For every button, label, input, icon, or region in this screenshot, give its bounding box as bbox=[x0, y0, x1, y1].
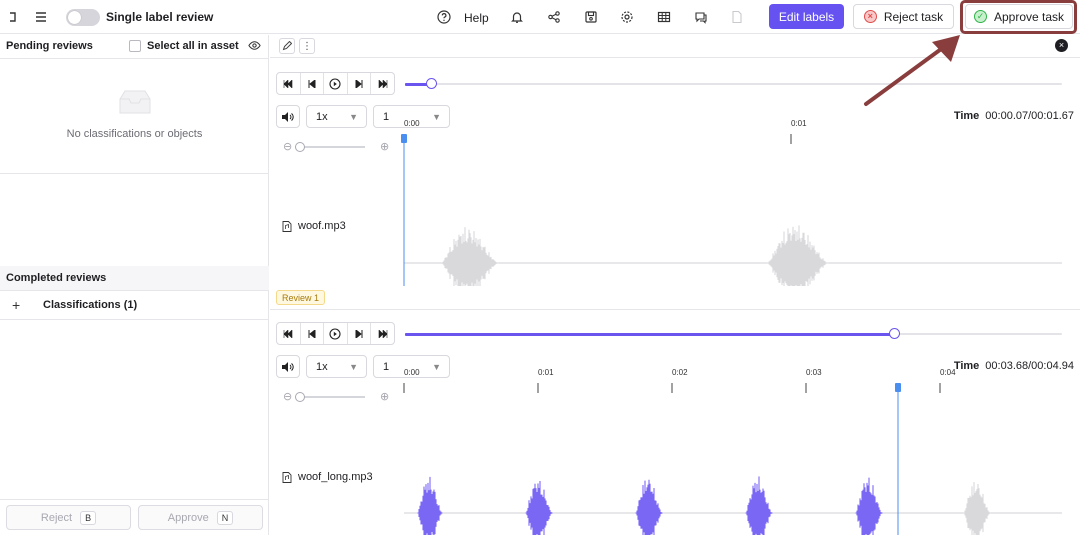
reject-task-button[interactable]: × Reject task bbox=[853, 4, 954, 29]
pending-reviews-header: Pending reviews Select all in asset bbox=[0, 35, 269, 59]
reject-label: Reject bbox=[40, 511, 73, 524]
select-all-label[interactable]: Select all in asset bbox=[147, 40, 239, 52]
progress-fill bbox=[405, 332, 895, 336]
audio-player-woof-long: 1x ▼ 1 ▼ Time 00:03.68/00:04.94 ⊖ ⊕ woof_lo… bbox=[270, 322, 1080, 535]
skip-end-icon[interactable] bbox=[371, 323, 394, 344]
reject-shortcut: B bbox=[80, 510, 97, 525]
time-tick-label: 0:02 bbox=[672, 368, 688, 377]
waveform[interactable]: 0:00 0:01 bbox=[270, 116, 1080, 286]
help-link[interactable]: Help bbox=[464, 11, 489, 25]
review-sidebar: Pending reviews Select all in asset No c… bbox=[0, 35, 269, 535]
reject-icon: × bbox=[863, 10, 877, 23]
back-icon[interactable] bbox=[2, 7, 22, 27]
approve-check-icon: ✓ bbox=[973, 10, 987, 23]
gear-icon[interactable] bbox=[617, 7, 637, 27]
step-forward-icon[interactable] bbox=[348, 73, 372, 94]
waveform-burst bbox=[635, 479, 663, 535]
waveform-burst bbox=[525, 480, 553, 535]
waveform-burst bbox=[441, 227, 499, 286]
review-footer: Reject B Approve N bbox=[0, 499, 269, 535]
time-tick-label: 0:01 bbox=[538, 368, 554, 377]
empty-state-text: No classifications or objects bbox=[66, 128, 203, 140]
audio-workspace: ⋮ × 1x ▼ 1 ▼ Time 00:00.07/00:01.67 ⊖ ⊕ woo… bbox=[270, 35, 1080, 535]
completed-reviews-header: Completed reviews bbox=[0, 266, 269, 291]
more-options-icon[interactable]: ⋮ bbox=[299, 38, 315, 54]
playhead-handle[interactable] bbox=[401, 134, 407, 143]
time-tick-label: 0:03 bbox=[806, 368, 822, 377]
waveform[interactable]: 0:00 0:01 0:02 0:03 0:04 bbox=[270, 365, 1080, 535]
edit-icon[interactable] bbox=[279, 38, 295, 54]
step-forward-icon[interactable] bbox=[348, 323, 372, 344]
progress-knob[interactable] bbox=[426, 78, 438, 89]
close-icon[interactable]: × bbox=[1055, 39, 1068, 52]
skip-start-icon[interactable] bbox=[277, 73, 301, 94]
play-icon[interactable] bbox=[324, 323, 348, 344]
approve-shortcut: N bbox=[216, 510, 234, 525]
divider bbox=[0, 173, 269, 174]
playback-controls bbox=[276, 322, 395, 345]
bell-icon[interactable] bbox=[507, 7, 527, 27]
skip-end-icon[interactable] bbox=[371, 73, 394, 94]
time-tick-label: 0:01 bbox=[791, 119, 807, 128]
single-label-toggle[interactable] bbox=[66, 9, 100, 26]
approve-task-label: Approve task bbox=[993, 9, 1065, 24]
expand-plus-icon[interactable]: + bbox=[12, 297, 20, 313]
divider bbox=[270, 309, 1080, 310]
step-back-icon[interactable] bbox=[301, 323, 325, 344]
save-icon[interactable] bbox=[581, 7, 601, 27]
playhead-handle[interactable] bbox=[895, 383, 901, 392]
time-tick-label: 0:00 bbox=[404, 119, 420, 128]
edit-labels-button[interactable]: Edit labels bbox=[769, 4, 844, 29]
progress-knob[interactable] bbox=[889, 328, 901, 339]
reject-button[interactable]: Reject B bbox=[6, 505, 131, 530]
comments-icon[interactable] bbox=[691, 7, 711, 27]
waveform-burst bbox=[855, 477, 883, 535]
progress-slider[interactable] bbox=[405, 78, 1062, 89]
approve-button[interactable]: Approve N bbox=[138, 505, 263, 530]
step-back-icon[interactable] bbox=[301, 73, 325, 94]
help-icon[interactable] bbox=[434, 7, 454, 27]
play-icon[interactable] bbox=[324, 73, 348, 94]
skip-start-icon[interactable] bbox=[277, 323, 301, 344]
document-icon[interactable] bbox=[727, 7, 747, 27]
time-tick-label: 0:04 bbox=[940, 368, 956, 377]
waveform-burst bbox=[745, 476, 773, 535]
pending-reviews-title: Pending reviews bbox=[6, 40, 93, 52]
audio-player-woof: 1x ▼ 1 ▼ Time 00:00.07/00:01.67 ⊖ ⊕ woof.mp… bbox=[270, 72, 1080, 286]
select-all-checkbox[interactable] bbox=[129, 40, 141, 52]
single-label-review-label: Single label review bbox=[106, 10, 214, 24]
classifications-row[interactable]: + Classifications (1) bbox=[0, 292, 269, 320]
share-icon[interactable] bbox=[544, 7, 564, 27]
top-toolbar: Single label review Help Edit labels × R… bbox=[0, 0, 1080, 34]
workspace-toolbar: ⋮ × bbox=[270, 35, 1080, 58]
reject-task-label: Reject task bbox=[883, 9, 944, 24]
eye-icon[interactable] bbox=[248, 39, 261, 57]
playback-controls bbox=[276, 72, 395, 95]
empty-inbox-icon bbox=[116, 87, 154, 122]
waveform-burst bbox=[963, 482, 991, 535]
approve-label: Approve bbox=[167, 511, 209, 524]
menu-icon[interactable] bbox=[31, 7, 51, 27]
completed-reviews-title: Completed reviews bbox=[6, 272, 107, 284]
classifications-label: Classifications (1) bbox=[43, 299, 138, 311]
waveform-burst bbox=[417, 476, 443, 535]
time-tick-label: 0:00 bbox=[404, 368, 420, 377]
waveform-burst bbox=[767, 225, 829, 286]
table-icon[interactable] bbox=[654, 7, 674, 27]
progress-slider[interactable] bbox=[405, 328, 1062, 339]
approve-task-button[interactable]: ✓ Approve task bbox=[965, 4, 1073, 29]
review-badge: Review 1 bbox=[276, 290, 326, 305]
